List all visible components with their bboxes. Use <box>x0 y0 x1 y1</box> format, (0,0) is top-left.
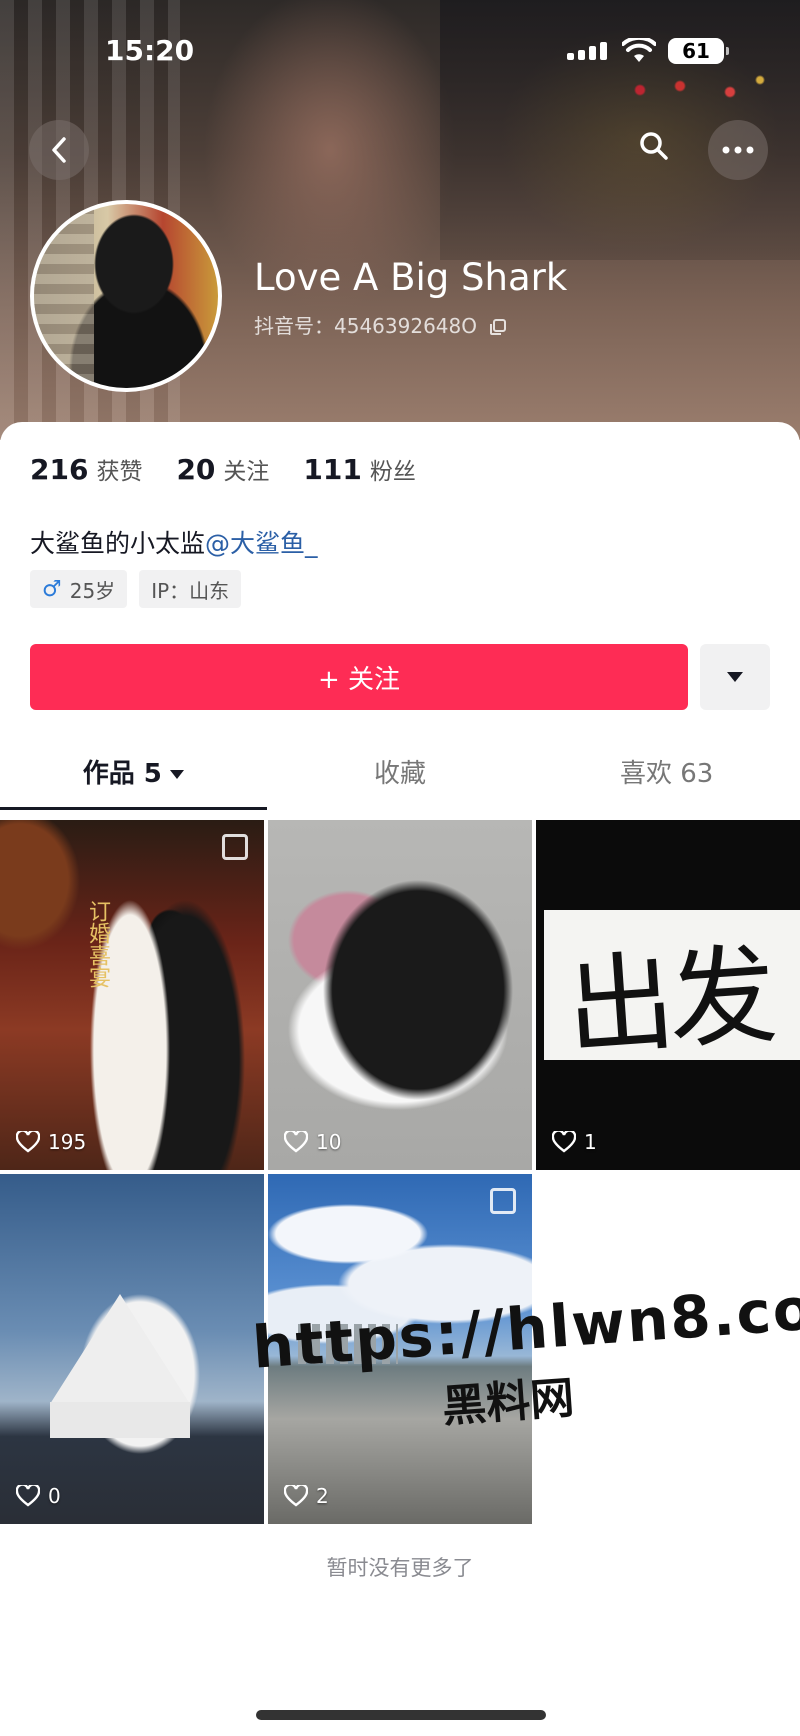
post-likes-count: 10 <box>316 1130 342 1154</box>
ip-text: IP：山东 <box>151 578 230 603</box>
stat-label: 粉丝 <box>369 459 416 485</box>
post-likes: 2 <box>284 1484 329 1508</box>
post-image-text: 出发 <box>562 933 775 1072</box>
chevron-down-icon <box>169 770 184 779</box>
profile-card: 216 获赞 20 关注 111 粉丝 大鲨鱼的小太监@大鲨鱼_ ♂ 25岁 IP：山… <box>0 422 800 1736</box>
tab-likes[interactable]: 喜欢 63 <box>533 750 800 810</box>
tab-works-label: 作品 5 <box>82 759 162 789</box>
avatar-background <box>34 204 94 388</box>
heart-icon <box>552 1131 576 1153</box>
ip-tag: IP：山东 <box>139 570 242 608</box>
signal-icon <box>567 42 611 60</box>
search-icon <box>640 132 668 160</box>
stat-label: 关注 <box>223 459 270 485</box>
post-likes-count: 195 <box>48 1130 87 1154</box>
album-icon <box>222 834 248 860</box>
heart-icon <box>16 1131 40 1153</box>
stat-followers[interactable]: 111 粉丝 <box>303 452 415 486</box>
search-button[interactable] <box>628 120 680 172</box>
douyin-id-label: 抖音号： <box>254 314 334 338</box>
post-likes: 10 <box>284 1130 341 1154</box>
post-likes-count: 0 <box>48 1484 61 1508</box>
wifi-icon <box>622 38 656 62</box>
tab-favorites[interactable]: 收藏 <box>267 750 534 810</box>
bio-mention-link[interactable]: @大鲨鱼_ <box>205 529 318 558</box>
post-image-building <box>50 1294 190 1404</box>
post-tile[interactable]: 出发 1 <box>536 820 800 1170</box>
content-tabs: 作品 5 收藏 喜欢 63 <box>0 750 800 810</box>
douyin-id[interactable]: 抖音号：4546392648O <box>254 310 507 339</box>
post-likes: 0 <box>16 1484 61 1508</box>
back-icon <box>52 137 66 163</box>
stat-label: 获赞 <box>96 459 143 485</box>
post-tile[interactable]: 0 <box>0 1174 264 1524</box>
back-button[interactable] <box>29 120 89 180</box>
no-more-text: 暂时没有更多了 <box>326 1556 474 1580</box>
posts-grid: 订婚喜宴 195 10 出发 1 0 2 <box>0 820 800 1524</box>
status-time: 15:20 <box>105 34 195 67</box>
heart-icon <box>284 1485 308 1507</box>
heart-icon <box>16 1485 40 1507</box>
bio: 大鲨鱼的小太监@大鲨鱼_ <box>30 524 318 560</box>
stat-following[interactable]: 20 关注 <box>176 452 269 486</box>
post-likes-count: 2 <box>316 1484 329 1508</box>
bio-text: 大鲨鱼的小太监 <box>30 529 206 558</box>
stat-likes[interactable]: 216 获赞 <box>30 452 142 486</box>
tab-likes-label: 喜欢 63 <box>620 759 714 789</box>
stat-value: 111 <box>303 453 362 486</box>
stat-value: 216 <box>30 453 89 486</box>
dropdown-icon <box>727 672 743 682</box>
battery-indicator: 61 <box>668 38 729 64</box>
post-likes: 195 <box>16 1130 86 1154</box>
heart-icon <box>284 1131 308 1153</box>
watermark-name: 黑料网 <box>440 1372 576 1433</box>
more-icon <box>722 146 754 154</box>
avatar[interactable] <box>30 200 222 392</box>
tab-favorites-label: 收藏 <box>374 759 427 789</box>
follow-button[interactable]: + 关注 <box>30 644 688 710</box>
username: Love A Big Shark <box>254 256 568 299</box>
home-indicator[interactable] <box>256 1710 546 1720</box>
post-image-building-base <box>50 1402 190 1438</box>
follow-label: + 关注 <box>317 664 401 695</box>
profile-stats: 216 获赞 20 关注 111 粉丝 <box>30 452 416 486</box>
recommend-dropdown-button[interactable] <box>700 644 770 710</box>
tab-works[interactable]: 作品 5 <box>0 750 267 810</box>
post-tile[interactable]: 10 <box>268 820 532 1170</box>
cover-lights <box>620 70 780 110</box>
age-text: 25岁 <box>69 578 116 603</box>
more-button[interactable] <box>708 120 768 180</box>
copy-icon[interactable] <box>489 318 507 336</box>
male-icon: ♂ <box>42 576 62 602</box>
post-image-text: 订婚喜宴 <box>85 900 110 988</box>
age-tag: ♂ 25岁 <box>30 570 128 608</box>
stat-value: 20 <box>176 453 216 486</box>
douyin-id-value: 4546392648O <box>334 314 477 338</box>
status-bar: 15:20 61 <box>0 34 800 74</box>
post-tile[interactable]: 订婚喜宴 195 <box>0 820 264 1170</box>
album-icon <box>490 1188 516 1214</box>
profile-tags: ♂ 25岁 IP：山东 <box>30 570 242 608</box>
post-likes-count: 1 <box>584 1130 597 1154</box>
post-likes: 1 <box>552 1130 597 1154</box>
